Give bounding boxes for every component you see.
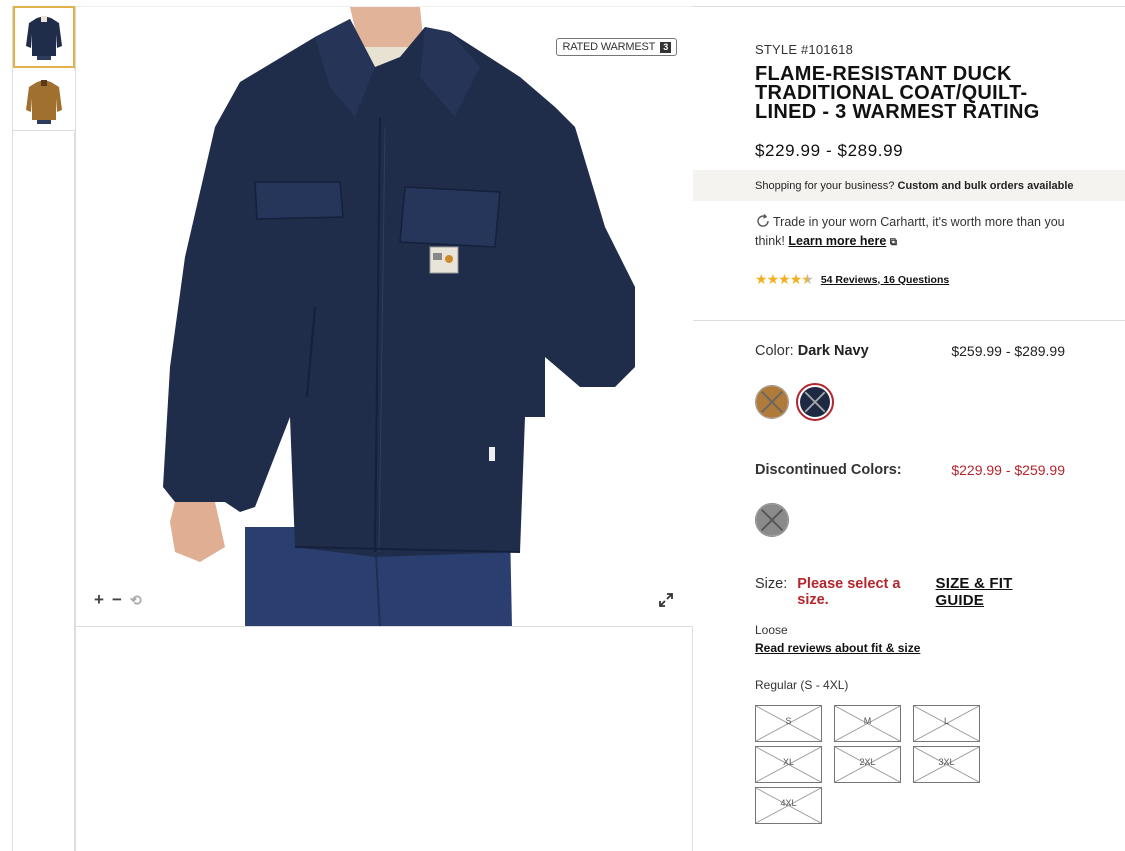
fit-label: Loose xyxy=(755,623,788,637)
jacket-brown-thumb-image xyxy=(26,80,62,124)
learn-more-link[interactable]: Learn more here xyxy=(788,234,886,248)
discontinued-label: Discontinued Colors: xyxy=(755,462,902,478)
main-product-image[interactable]: RATED WARMEST 3 + − ⟲ xyxy=(75,6,693,627)
product-title: FLAME-RESISTANT DUCK TRADITIONAL COAT/QU… xyxy=(755,63,1040,123)
zoom-in-icon[interactable]: + xyxy=(94,591,104,608)
badge-label: RATED WARMEST xyxy=(562,41,656,53)
size-option-2xl[interactable]: 2XL xyxy=(834,746,901,783)
zoom-out-icon[interactable]: − xyxy=(112,591,122,608)
star-icon: ★ xyxy=(766,271,780,287)
swatch-dark-navy[interactable] xyxy=(796,383,834,421)
fit-reviews-link[interactable]: Read reviews about fit & size xyxy=(755,641,920,655)
size-option-3xl[interactable]: 3XL xyxy=(913,746,980,783)
discontinued-price-range: $229.99 - $259.99 xyxy=(951,462,1065,478)
swatch-gray-unavailable-icon xyxy=(756,504,788,536)
star-icon: ★ xyxy=(755,271,768,287)
image-below-area xyxy=(75,627,693,851)
rated-warmest-badge: RATED WARMEST 3 xyxy=(556,38,677,56)
zoom-controls: + − ⟲ xyxy=(94,591,142,608)
star-rating: ★ ★ ★ ★ ★ xyxy=(755,271,814,288)
size-option-label: 3XL xyxy=(938,757,955,767)
size-option-label: M xyxy=(863,716,872,726)
jacket-navy-thumb-image xyxy=(26,16,62,60)
size-option-l[interactable]: L xyxy=(913,705,980,742)
size-selector-header: Size: Please select a size. SIZE & FIT G… xyxy=(755,575,1065,609)
size-option-label: 2XL xyxy=(859,757,876,767)
size-group-label: Regular (S - 4XL) xyxy=(755,678,849,692)
size-option-s[interactable]: S xyxy=(755,705,822,742)
size-option-label: S xyxy=(785,716,792,726)
style-number: STYLE #101618 xyxy=(755,42,854,57)
discontinued-colors-header: Discontinued Colors: $229.99 - $259.99 xyxy=(755,462,1065,478)
rating-summary: ★ ★ ★ ★ ★ 54 Reviews, 16 Questions xyxy=(755,271,949,288)
reset-zoom-icon[interactable]: ⟲ xyxy=(130,593,142,607)
star-icon: ★ xyxy=(789,271,803,287)
thumbnail-dark-navy[interactable] xyxy=(13,6,75,68)
size-label: Size: xyxy=(755,576,788,592)
product-price: $229.99 - $289.99 xyxy=(755,141,904,160)
section-divider xyxy=(693,320,1125,321)
business-prefix: Shopping for your business? xyxy=(755,180,895,192)
color-price-range: $259.99 - $289.99 xyxy=(951,343,1065,359)
reviews-questions-link[interactable]: 54 Reviews, 16 Questions xyxy=(821,274,949,286)
swatch-brown-unavailable-icon xyxy=(756,386,788,418)
refresh-icon xyxy=(757,214,769,227)
external-link-icon: ⧉ xyxy=(889,237,897,248)
image-left-border xyxy=(75,6,76,627)
size-warning: Please select a size. xyxy=(797,576,901,608)
jacket-photo xyxy=(163,7,635,626)
product-details-panel: STYLE #101618 FLAME-RESISTANT DUCK TRADI… xyxy=(693,6,1125,851)
thumbnail-brown[interactable] xyxy=(13,70,75,132)
size-option-xl[interactable]: XL xyxy=(755,746,822,783)
size-option-label: L xyxy=(943,716,949,726)
half-star-icon: ★ xyxy=(801,271,814,287)
thumbnail-divider xyxy=(13,130,75,131)
color-value: Dark Navy xyxy=(797,343,869,359)
star-icon: ★ xyxy=(778,271,791,287)
color-label: Color: xyxy=(755,343,794,359)
badge-number: 3 xyxy=(660,41,671,53)
size-option-label: XL xyxy=(782,757,794,767)
fullscreen-expand-icon[interactable] xyxy=(658,592,674,608)
size-fit-guide-link[interactable]: SIZE & FIT GUIDE xyxy=(936,575,1066,609)
size-option-label: 4XL xyxy=(780,798,797,808)
size-option-4xl[interactable]: 4XL xyxy=(755,787,822,824)
size-option-m[interactable]: M xyxy=(834,705,901,742)
business-banner: Shopping for your business? Custom and b… xyxy=(693,170,1125,201)
thumbnail-rail xyxy=(12,6,75,851)
bulk-orders-link[interactable]: Custom and bulk orders available xyxy=(898,180,1074,192)
swatch-gray[interactable] xyxy=(755,503,789,537)
swatch-brown[interactable] xyxy=(755,385,789,419)
trade-in-message: Trade in your worn Carhartt, it's worth … xyxy=(755,213,1075,252)
swatch-navy-unavailable-icon xyxy=(800,387,830,417)
color-selector-header: Color: Dark Navy $259.99 - $289.99 xyxy=(755,343,1065,359)
